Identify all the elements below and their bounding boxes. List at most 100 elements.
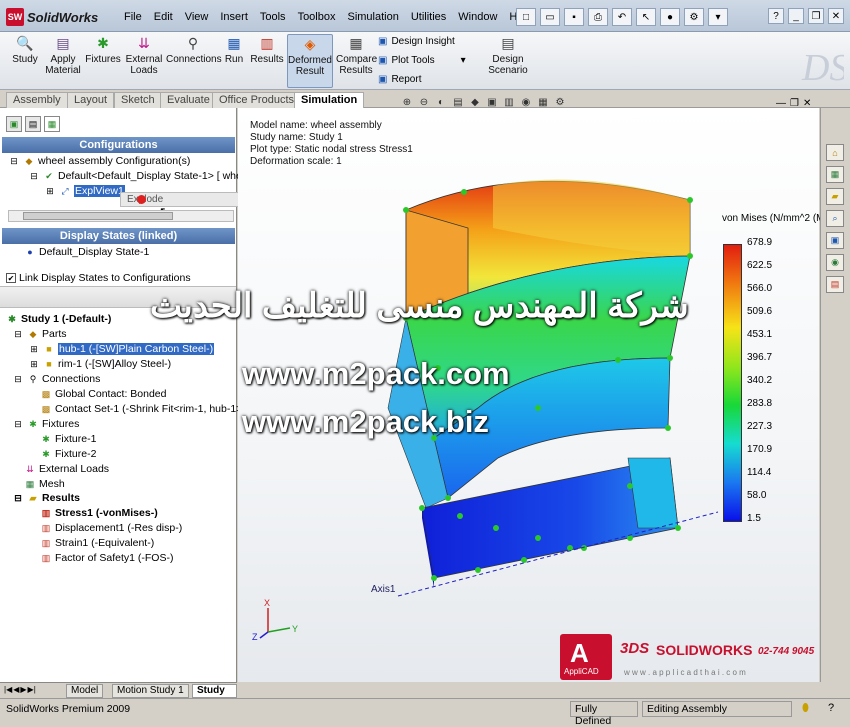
expand-icon[interactable]: ⊞ [28,344,40,355]
rebuild-icon[interactable]: ● [660,8,680,26]
restore-icon[interactable]: ❐ [808,8,824,24]
new-document-icon[interactable]: □ [516,8,536,26]
flyout-icon[interactable]: ▾ [708,8,728,26]
tree-fixture-1[interactable]: ✱ Fixture-1 [40,433,96,445]
tab-assembly[interactable]: Assembly [6,92,68,108]
menu-simulation[interactable]: Simulation [341,11,404,23]
configuration-manager-tab-icon[interactable]: ▦ [44,116,60,132]
collapse-icon[interactable]: ⊟ [8,156,20,167]
design-insight-button[interactable]: ▣ Design Insight [378,36,455,47]
menu-file[interactable]: File [118,11,148,23]
tree-strain1[interactable]: ▥ Strain1 (-Equivalent-) [40,537,154,549]
resources-icon[interactable]: ⌂ [826,144,844,161]
last-tab-icon[interactable]: ▶| [28,685,36,694]
quick-access-toolbar: □ ▭ ▪ ⎙ ↶ ↖ ● ⚙ ▾ [516,8,728,26]
tree-connections[interactable]: ⊟ ⚲ Connections [12,373,100,385]
menu-window[interactable]: Window [452,11,503,23]
collapse-icon[interactable]: ⊟ [28,171,40,182]
checkbox-checked-icon[interactable]: ✔ [6,273,16,283]
tree-stress1[interactable]: ▥ Stress1 (-vonMises-) [40,507,158,519]
appearances-icon[interactable]: ◉ [826,254,844,271]
tree-global-contact[interactable]: ▩ Global Contact: Bonded [40,388,167,400]
plot-tools-button[interactable]: ▣ Plot Tools ▾ [378,55,466,66]
compare-results-label: Compare Results [336,54,378,76]
menu-utilities[interactable]: Utilities [405,11,452,23]
run-button[interactable]: ▦ Run [222,34,246,66]
tree-rim[interactable]: ⊞ ■ rim-1 (-[SW]Alloy Steel-) [28,358,171,370]
close-icon[interactable]: ✕ [828,8,844,24]
collapse-icon[interactable]: ⊟ [12,329,24,340]
select-pointer-icon[interactable]: ↖ [636,8,656,26]
collapse-icon[interactable]: ⊟ [12,419,24,430]
rebuild-status-icon[interactable]: ⬮ [802,702,809,715]
collapse-icon[interactable]: ⊟ [12,374,24,385]
feature-tree-tab-icon[interactable]: ▣ [6,116,22,132]
apply-material-button[interactable]: ▤ Apply Material [44,34,82,77]
custom-properties-icon[interactable]: ▤ [826,276,844,293]
menu-edit[interactable]: Edit [148,11,179,23]
tree-parts[interactable]: ⊟ ◆ Parts [12,328,66,340]
menu-view[interactable]: View [179,11,215,23]
report-icon: ▣ [378,74,388,85]
tree-mesh[interactable]: ▦ Mesh [24,478,65,490]
first-tab-icon[interactable]: |◀ [4,685,12,694]
tab-study-1[interactable]: Study 1 [192,684,237,708]
tab-simulation[interactable]: Simulation [294,92,365,109]
save-icon[interactable]: ▪ [564,8,584,26]
legend-tick: 678.9 [747,237,773,248]
tab-model[interactable]: Model [66,684,104,698]
view-palette-icon[interactable]: ▣ [826,232,844,249]
tree-hub[interactable]: ⊞ ■ hub-1 (-[SW]Plain Carbon Steel-) [28,343,215,355]
menu-insert[interactable]: Insert [214,11,254,23]
tree-displacement1[interactable]: ▥ Displacement1 (-Res disp-) [40,522,182,534]
search-icon[interactable]: ⌕ [826,210,844,227]
tree-fos1[interactable]: ▥ Factor of Safety1 (-FOS-) [40,552,174,564]
study-root[interactable]: ✱ Study 1 (-Default-) [6,313,111,325]
explview-item[interactable]: ⊞ ⤢ ExplView1 [44,185,125,197]
tree-external-loads[interactable]: ⇊ External Loads [24,463,109,475]
fixtures-button[interactable]: ✱ Fixtures [84,34,122,66]
options-icon[interactable]: ⚙ [684,8,704,26]
tab-evaluate[interactable]: Evaluate [160,92,217,108]
property-manager-tab-icon[interactable]: ▤ [25,116,41,132]
minimize-icon[interactable]: _ [788,8,804,24]
expand-icon[interactable]: ⊞ [28,359,40,370]
study-button[interactable]: 🔍 Study [8,34,42,66]
report-button[interactable]: ▣ Report [378,74,421,85]
tree-fixture-2[interactable]: ✱ Fixture-2 [40,448,96,460]
tree-contact-set[interactable]: ▩ Contact Set-1 (-Shrink Fit<rim-1, hub-… [40,403,243,415]
connections-button[interactable]: ⚲ Connections [166,34,222,66]
expand-icon[interactable]: ⊞ [44,186,56,197]
next-tab-icon[interactable]: ▶ [20,685,26,694]
scrollbar-thumb[interactable] [23,212,173,220]
config-horizontal-scrollbar[interactable] [8,210,234,222]
print-icon[interactable]: ⎙ [588,8,608,26]
tree-results[interactable]: ⊟ ▰ Results [12,492,80,504]
tree-fixtures[interactable]: ⊟ ✱ Fixtures [12,418,79,430]
app-logo[interactable]: SW SolidWorks [6,8,98,26]
config-default-label: Default<Default_Display State-1> [ whee [58,170,248,182]
collapse-icon[interactable]: ⊟ [12,493,24,504]
help-icon[interactable]: ? [768,8,784,24]
help-status-icon[interactable]: ? [828,702,834,714]
link-display-states-checkbox[interactable]: ✔ Link Display States to Configurations [6,272,191,284]
display-state-item[interactable]: ● Default_Display State-1 [24,246,149,258]
tab-motion-study-1[interactable]: Motion Study 1 [112,684,189,698]
menu-tools[interactable]: Tools [254,11,292,23]
file-explorer-icon[interactable]: ▰ [826,188,844,205]
tab-office-products[interactable]: Office Products [212,92,301,108]
undo-icon[interactable]: ↶ [612,8,632,26]
design-scenario-button[interactable]: ▤ Design Scenario [486,34,530,77]
external-loads-button[interactable]: ⇊ External Loads [124,34,164,77]
tab-sketch[interactable]: Sketch [114,92,162,108]
config-default[interactable]: ⊟ ✔ Default<Default_Display State-1> [ w… [28,170,248,182]
menu-toolbox[interactable]: Toolbox [292,11,342,23]
design-library-icon[interactable]: ▦ [826,166,844,183]
config-root[interactable]: ⊟ ◆ wheel assembly Configuration(s) [8,155,190,167]
open-folder-icon[interactable]: ▭ [540,8,560,26]
results-button[interactable]: ▥ Results [250,34,284,66]
deformed-result-button[interactable]: ◈ Deformed Result [287,34,333,88]
prev-tab-icon[interactable]: ◀ [13,685,19,694]
compare-results-button[interactable]: ▦ Compare Results [336,34,378,77]
tab-layout[interactable]: Layout [67,92,115,108]
